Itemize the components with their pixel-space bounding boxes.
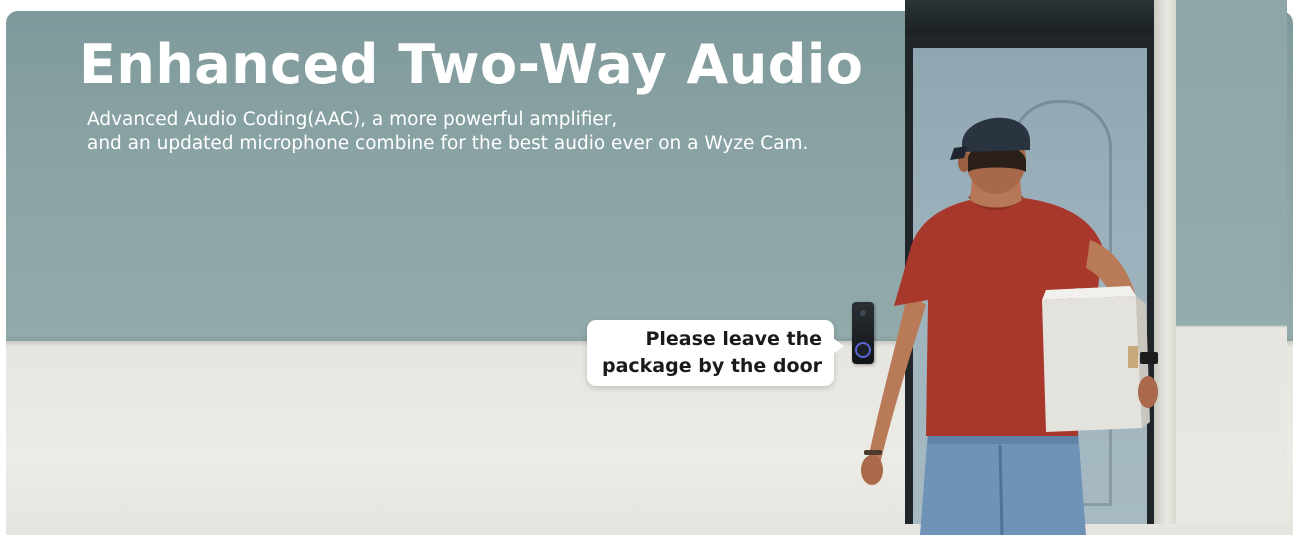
speech-bubble-line-2: package by the door [601, 355, 822, 377]
person-right-hand [1138, 376, 1158, 408]
speech-bubble-text: Please leave the package by the door [602, 326, 822, 380]
subtitle-line-1: Advanced Audio Coding(AAC), a more power… [87, 109, 618, 130]
headline: Enhanced Two-Way Audio [79, 33, 864, 96]
watch-icon [1140, 352, 1158, 364]
wall-right [1176, 0, 1287, 524]
person-cap [962, 117, 1030, 152]
door-lintel [905, 0, 1154, 34]
speech-bubble: Please leave the package by the door [587, 320, 844, 386]
package-box [1042, 296, 1142, 432]
subtitle: Advanced Audio Coding(AAC), a more power… [87, 108, 808, 156]
person-left-arm [868, 290, 926, 464]
speech-bubble-line-1: Please leave the [645, 328, 822, 350]
person-left-hand [861, 455, 883, 485]
delivery-person [850, 100, 1180, 535]
subtitle-line-2: and an updated microphone combine for th… [87, 133, 809, 154]
